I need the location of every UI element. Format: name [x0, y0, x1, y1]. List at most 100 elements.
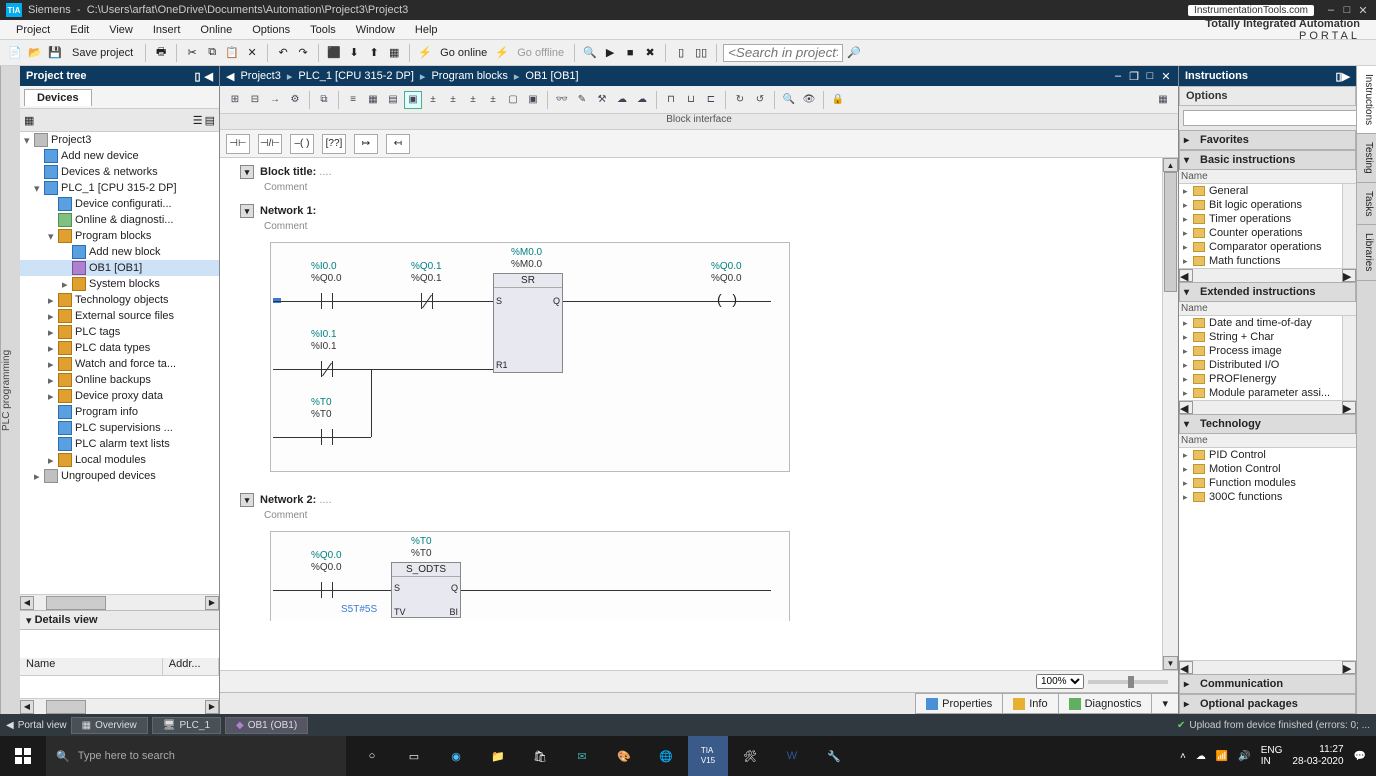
go-offline-icon[interactable]: ⚡ — [493, 44, 511, 62]
list-view-icon[interactable]: ☰ — [193, 114, 203, 127]
box-icon[interactable]: [??] — [322, 134, 346, 154]
ext-hscroll[interactable]: ◀▶ — [1179, 400, 1356, 414]
download-icon[interactable]: ⬇ — [345, 44, 363, 62]
optional-panel[interactable]: ▸Optional packages — [1179, 694, 1356, 714]
undo-icon[interactable]: ↶ — [274, 44, 292, 62]
view1-icon[interactable]: ▦ — [364, 91, 382, 109]
menu-window[interactable]: Window — [346, 24, 405, 36]
app2-icon[interactable]: 🛠 — [730, 736, 770, 776]
editor-restore-icon[interactable]: ❐ — [1128, 70, 1140, 82]
box2-icon[interactable]: ▣ — [524, 91, 542, 109]
menu-insert[interactable]: Insert — [143, 24, 191, 36]
contact-no[interactable] — [317, 293, 337, 309]
favorites-panel[interactable]: ▸Favorites — [1179, 130, 1356, 150]
tray-notifications-icon[interactable]: 💬 — [1354, 751, 1366, 762]
tree-hscroll[interactable]: ◀▶ — [20, 594, 219, 610]
split-icon[interactable]: ▯ — [672, 44, 690, 62]
editor-close-icon[interactable]: ✕ — [1160, 70, 1172, 82]
branch-close-icon[interactable]: ↤ — [386, 134, 410, 154]
menu-tools[interactable]: Tools — [300, 24, 346, 36]
technology-panel[interactable]: ▾Technology — [1179, 414, 1356, 434]
block-title-header[interactable]: ▾ Block title: .... — [240, 162, 1158, 182]
sr-box[interactable]: SR S Q R1 — [493, 273, 563, 373]
basic-panel[interactable]: ▾Basic instructions — [1179, 150, 1356, 170]
editor-maximize-icon[interactable]: □ — [1144, 70, 1156, 82]
portal-view-button[interactable]: Portal view — [18, 720, 67, 731]
details-hscroll[interactable]: ◀▶ — [20, 698, 219, 714]
open-project-icon[interactable]: 📂 — [26, 44, 44, 62]
view3-icon[interactable]: ▣ — [404, 91, 422, 109]
sodts-box[interactable]: S_ODTS S Q TV BI — [391, 562, 461, 618]
cloud-icon[interactable]: ☁ — [613, 91, 631, 109]
plus2-icon[interactable]: ± — [444, 91, 462, 109]
explorer-icon[interactable]: 📁 — [478, 736, 518, 776]
view2-icon[interactable]: ▤ — [384, 91, 402, 109]
menu-options[interactable]: Options — [242, 24, 300, 36]
windows-start-button[interactable] — [0, 736, 46, 776]
plus-icon[interactable]: ± — [424, 91, 442, 109]
output-coil[interactable] — [717, 293, 737, 309]
bold-icon[interactable]: ≡ — [344, 91, 362, 109]
tray-lang[interactable]: ENGIN — [1261, 745, 1283, 767]
paste-icon[interactable]: 📋 — [223, 44, 241, 62]
collapse-left-icon[interactable]: ◀ — [205, 70, 213, 83]
info-tab[interactable]: Info — [1002, 693, 1058, 714]
rp-collapse-icon[interactable]: ▶ — [1342, 70, 1350, 83]
vtab-testing[interactable]: Testing — [1357, 134, 1376, 183]
tray-volume-icon[interactable]: 🔊 — [1238, 751, 1250, 762]
editor-minimize-icon[interactable]: – — [1112, 70, 1124, 82]
contact-nc-2[interactable] — [317, 361, 337, 377]
new-project-icon[interactable]: 📄 — [6, 44, 24, 62]
find-icon[interactable]: 🔍 — [780, 91, 798, 109]
save-icon[interactable]: 💾 — [46, 44, 64, 62]
maximize-button[interactable]: □ — [1340, 3, 1354, 17]
properties-tab[interactable]: Properties — [915, 693, 1003, 714]
menu-online[interactable]: Online — [190, 24, 242, 36]
chrome-icon[interactable]: 🌐 — [646, 736, 686, 776]
menu-edit[interactable]: Edit — [60, 24, 99, 36]
copy-icon[interactable]: ⧉ — [203, 44, 221, 62]
branch-open-icon[interactable]: ↦ — [354, 134, 378, 154]
detail-view-icon[interactable]: ▤ — [205, 114, 215, 127]
devices-tab[interactable]: Devices — [24, 89, 92, 106]
crumb-nav-back[interactable]: ◀ — [226, 70, 234, 83]
bottom-collapse[interactable]: ▾ — [1151, 693, 1179, 714]
mail-icon[interactable]: ✉ — [562, 736, 602, 776]
portal-view-icon[interactable]: ◀ — [6, 720, 14, 731]
network1-comment[interactable]: Comment — [240, 221, 1158, 232]
tia-icon[interactable]: TIAV15 — [688, 736, 728, 776]
windows-search-input[interactable]: 🔍 Type here to search — [46, 736, 346, 776]
tray-wifi-icon[interactable]: 📶 — [1216, 751, 1228, 762]
edge-icon[interactable]: ◉ — [436, 736, 476, 776]
details-col-name[interactable]: Name — [20, 658, 163, 675]
split2-icon[interactable]: ▯▯ — [692, 44, 710, 62]
basic-hscroll[interactable]: ◀▶ — [1179, 268, 1356, 282]
go-offline-button[interactable]: Go offline — [517, 47, 564, 59]
store-icon[interactable]: 🛍 — [520, 736, 560, 776]
details-col-addr[interactable]: Addr... — [163, 658, 219, 675]
struct3-icon[interactable]: ⊏ — [702, 91, 720, 109]
network2-header[interactable]: ▾Network 2: .... — [240, 490, 1158, 510]
box1-icon[interactable]: ▢ — [504, 91, 522, 109]
zoom-slider[interactable] — [1088, 680, 1168, 684]
coil-icon[interactable]: –( ) — [290, 134, 314, 154]
save-project-button[interactable]: Save project — [72, 47, 133, 59]
print-icon[interactable]: 🖶 — [152, 44, 170, 62]
diagnostics-tab[interactable]: Diagnostics — [1058, 693, 1153, 714]
left-vertical-tab[interactable]: PLC programming — [0, 66, 20, 714]
vtab-instructions[interactable]: Instructions — [1357, 66, 1376, 134]
accessible-devices-icon[interactable]: 🔍 — [581, 44, 599, 62]
delete-icon[interactable]: ✕ — [243, 44, 261, 62]
modify-icon[interactable]: ✎ — [573, 91, 591, 109]
find2-icon[interactable]: 👁 — [800, 91, 818, 109]
contact-nc[interactable] — [417, 293, 437, 309]
collapse-icon[interactable]: ▾ — [240, 165, 254, 179]
cross-ref-icon[interactable]: ✖ — [641, 44, 659, 62]
layout-icon[interactable]: ▦ — [1154, 91, 1172, 109]
tray-up-icon[interactable]: ˄ — [1180, 751, 1186, 762]
portal-overview-tab[interactable]: ▦Overview — [71, 717, 148, 734]
rot2-icon[interactable]: ↺ — [751, 91, 769, 109]
cortana-icon[interactable]: ○ — [352, 736, 392, 776]
delete-network-icon[interactable]: ⊟ — [246, 91, 264, 109]
details-view-header[interactable]: ▾ Details view — [20, 610, 219, 630]
